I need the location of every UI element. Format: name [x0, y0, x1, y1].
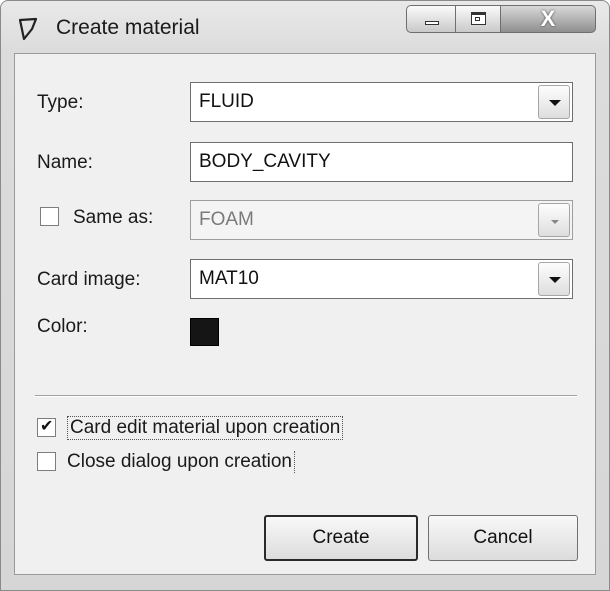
- type-select[interactable]: FLUID: [190, 82, 573, 122]
- close-icon: X: [540, 6, 556, 31]
- same-as-value: FOAM: [199, 209, 254, 230]
- color-swatch[interactable]: [190, 318, 219, 346]
- close-button[interactable]: X: [500, 5, 596, 33]
- card-image-value: MAT10: [199, 268, 259, 289]
- card-edit-label[interactable]: Card edit material upon creation: [67, 416, 344, 440]
- type-label: Type:: [37, 92, 84, 113]
- card-edit-checkbox[interactable]: [37, 416, 56, 437]
- create-button[interactable]: Create: [264, 515, 418, 561]
- name-input[interactable]: BODY_CAVITY: [190, 142, 573, 182]
- name-label: Name:: [37, 152, 93, 173]
- title-bar[interactable]: Create material X: [1, 1, 609, 53]
- maximize-icon: [471, 12, 486, 25]
- close-dialog-label[interactable]: Close dialog upon creation: [67, 451, 295, 473]
- minimize-icon: [425, 21, 439, 25]
- chevron-down-icon[interactable]: [538, 85, 570, 119]
- maximize-button[interactable]: [455, 5, 501, 33]
- chevron-down-icon[interactable]: [538, 203, 570, 237]
- minimize-button[interactable]: [406, 5, 456, 33]
- window-title: Create material: [56, 16, 200, 39]
- card-image-select[interactable]: MAT10: [190, 259, 573, 299]
- cancel-button[interactable]: Cancel: [428, 515, 578, 561]
- separator: [35, 395, 577, 397]
- type-value: FLUID: [199, 91, 254, 112]
- card-image-label: Card image:: [37, 269, 141, 290]
- dialog-body: Type: FLUID Name: BODY_CAVITY Same as: F…: [14, 53, 596, 575]
- same-as-label: Same as:: [73, 207, 154, 228]
- create-material-dialog: Create material X Type: FLUID Name: BODY…: [0, 0, 610, 591]
- same-as-select[interactable]: FOAM: [190, 200, 573, 240]
- same-as-checkbox[interactable]: [40, 207, 59, 226]
- material-icon: [18, 17, 38, 41]
- close-dialog-checkbox[interactable]: [37, 452, 56, 471]
- chevron-down-icon[interactable]: [538, 262, 570, 296]
- color-label: Color:: [37, 316, 88, 337]
- name-value: BODY_CAVITY: [199, 151, 331, 172]
